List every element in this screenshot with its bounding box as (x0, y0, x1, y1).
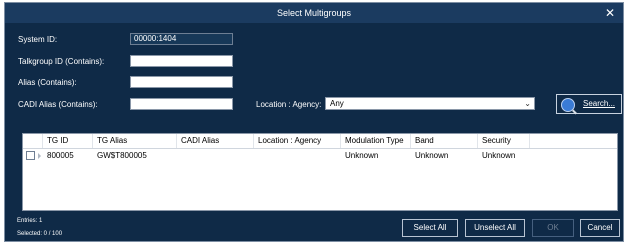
column-header-band[interactable]: Band (411, 134, 478, 148)
column-header-cadi-alias[interactable]: CADI Alias (177, 134, 254, 148)
chevron-down-icon: ⌄ (524, 99, 531, 108)
dialog-title: Select Multigroups (276, 8, 352, 18)
column-header-security[interactable]: Security (478, 134, 530, 148)
magnifier-icon (561, 98, 575, 112)
cell-security: Unknown (482, 151, 516, 160)
selected-count: Selected: 0 / 100 (17, 231, 63, 237)
column-header-location-agency[interactable]: Location : Agency (254, 134, 341, 148)
close-icon[interactable]: ✕ (603, 6, 617, 20)
cancel-button[interactable]: Cancel (580, 219, 620, 237)
column-header-tg-alias[interactable]: TG Alias (93, 134, 177, 148)
cadi-alias-label: CADI Alias (Contains): (18, 100, 98, 109)
cell-tg-alias: GW$T800005 (97, 151, 147, 160)
table-row[interactable]: 800005 GW$T800005 Unknown Unknown Unknow… (23, 149, 617, 163)
header-spacer (23, 134, 43, 148)
row-checkbox[interactable] (26, 151, 35, 160)
search-button-label: Search... (583, 99, 616, 108)
system-id-label: System ID: (18, 35, 58, 44)
alias-input[interactable] (130, 76, 233, 88)
alias-label: Alias (Contains): (18, 78, 77, 87)
cell-location-agency (254, 149, 341, 163)
row-expand-icon[interactable] (38, 153, 41, 159)
entries-count: Entries: 1 (17, 218, 43, 224)
cell-cadi-alias (177, 149, 254, 163)
cell-modulation-type: Unknown (345, 151, 379, 160)
grid-header: TG ID TG Alias CADI Alias Location : Age… (23, 134, 617, 149)
column-header-modulation-type[interactable]: Modulation Type (341, 134, 411, 148)
location-agency-label: Location : Agency: (256, 100, 322, 109)
unselect-all-button[interactable]: Unselect All (465, 219, 525, 237)
location-agency-select[interactable]: Any ⌄ (325, 97, 535, 110)
talkgroup-id-label: Talkgroup ID (Contains): (18, 57, 105, 66)
column-header-tg-id[interactable]: TG ID (43, 134, 93, 148)
cell-band: Unknown (415, 151, 449, 160)
select-multigroups-dialog: Select Multigroups ✕ System ID: 00000:14… (4, 2, 624, 242)
search-button[interactable]: Search... (556, 94, 622, 114)
talkgroup-id-input[interactable] (130, 55, 233, 67)
ok-button[interactable]: OK (532, 219, 574, 237)
select-all-button[interactable]: Select All (402, 219, 458, 237)
cadi-alias-input[interactable] (130, 98, 233, 110)
title-bar: Select Multigroups ✕ (5, 3, 623, 23)
cell-tg-id: 800005 (47, 151, 74, 160)
system-id-field: 00000:1404 (130, 33, 233, 45)
multigroup-grid: TG ID TG Alias CADI Alias Location : Age… (22, 133, 618, 211)
location-agency-value: Any (330, 99, 344, 108)
